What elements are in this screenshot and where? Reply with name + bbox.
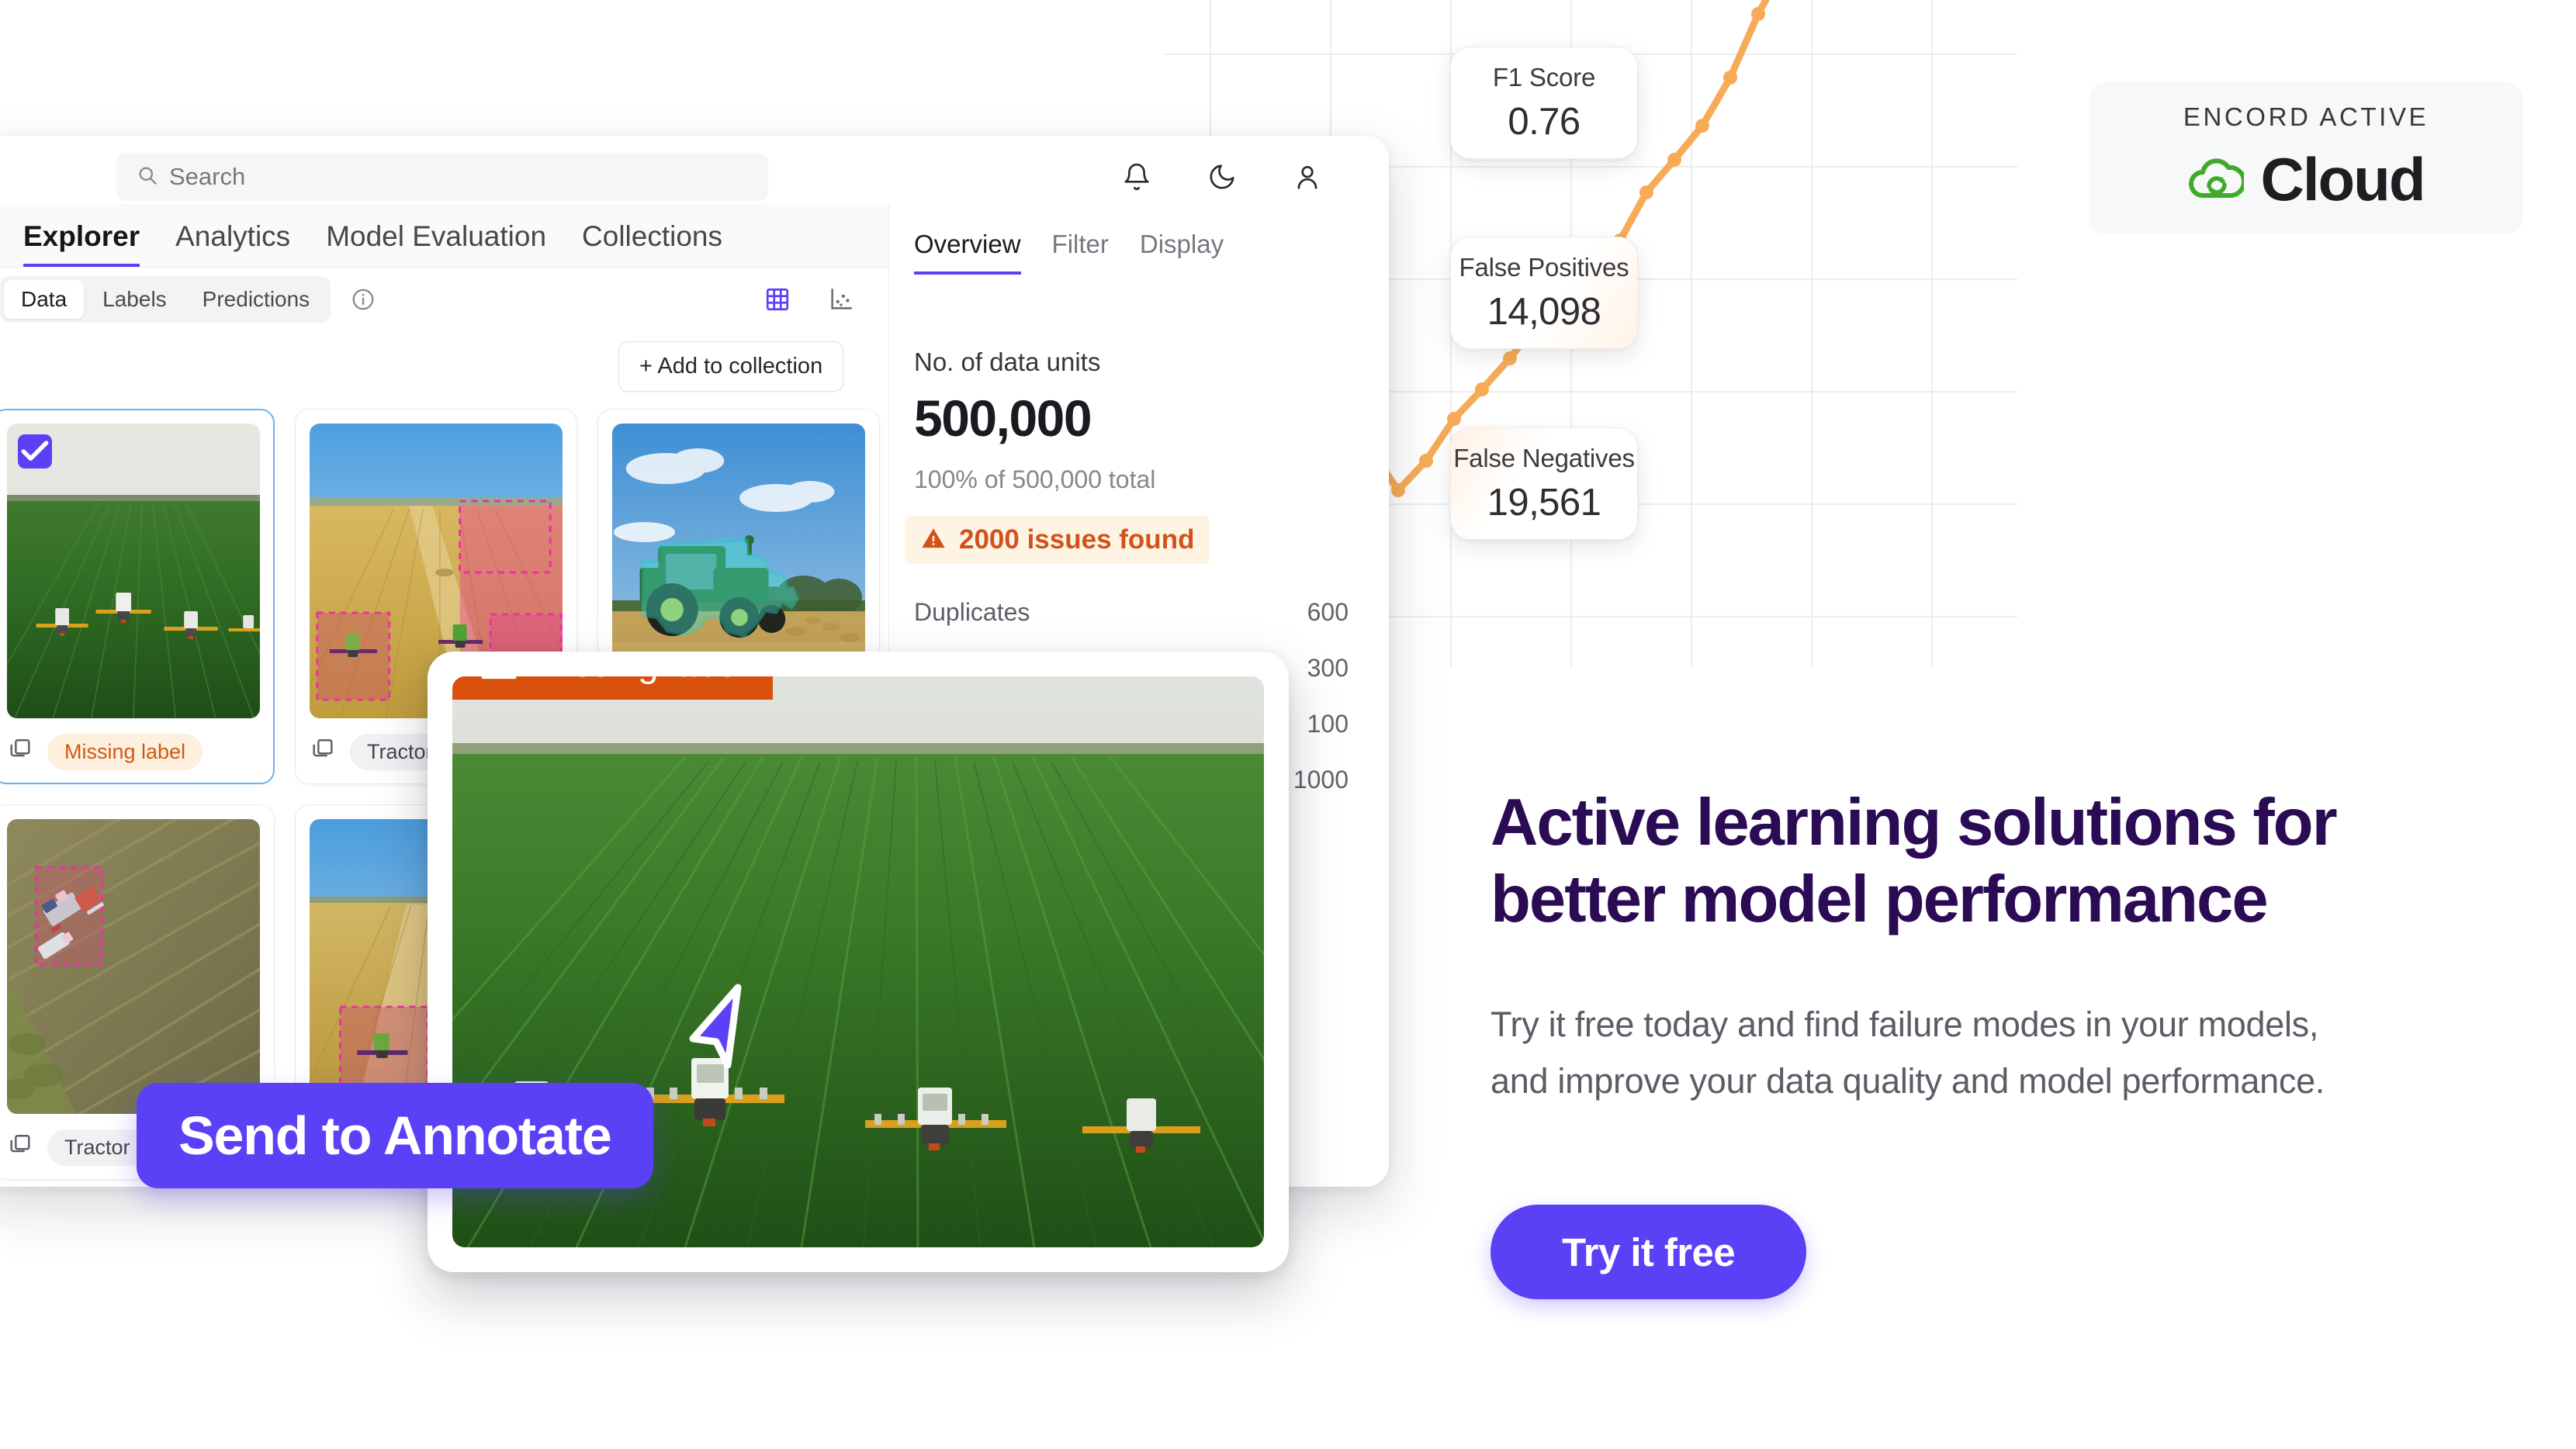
issue-value: 1000 (1293, 765, 1349, 794)
card-badge: Tractor (47, 1129, 147, 1166)
issue-value: 100 (1307, 709, 1349, 738)
scatter-view-icon[interactable] (828, 286, 854, 313)
data-units-subtext: 100% of 500,000 total (914, 465, 1156, 493)
layers-icon (7, 1133, 33, 1163)
image-card[interactable]: Missing label (0, 409, 275, 784)
try-it-free-button[interactable]: Try it free (1491, 1205, 1806, 1299)
metric-card-false-positives: False Positives 14,098 (1450, 237, 1638, 349)
segment-predictions[interactable]: Predictions (185, 280, 327, 319)
tab-analytics[interactable]: Analytics (175, 220, 290, 267)
page-title: Active learning solutions for better mod… (1491, 785, 2338, 936)
metric-label: F1 Score (1492, 62, 1596, 92)
cloud-sync-icon (2188, 155, 2246, 204)
sub-toolbar: Data Labels Predictions (0, 268, 888, 331)
data-units-value: 500,000 (914, 389, 1092, 447)
card-thumbnail (7, 424, 260, 718)
search-placeholder: Search (169, 163, 246, 190)
issue-label: Duplicates (914, 597, 1030, 626)
cloud-badge-word: Cloud (2260, 144, 2426, 213)
search-icon (137, 164, 158, 190)
metric-value: 0.76 (1508, 100, 1581, 143)
warning-triangle-icon (920, 525, 947, 555)
warning-triangle-icon (480, 676, 518, 683)
metric-label: False Negatives (1453, 443, 1635, 472)
info-icon[interactable] (351, 287, 376, 312)
layers-icon (310, 737, 336, 767)
cloud-badge-kicker: ENCORD ACTIVE (2183, 102, 2429, 131)
data-units-label: No. of data units (914, 348, 1101, 376)
tab-collections[interactable]: Collections (582, 220, 722, 267)
issues-found-badge: 2000 issues found (905, 516, 1210, 564)
panel-tab-display[interactable]: Display (1140, 230, 1224, 275)
primary-tab-bar: Explorer Analytics Model Evaluation Coll… (0, 204, 888, 268)
moon-icon[interactable] (1207, 162, 1237, 192)
issue-value: 600 (1307, 597, 1349, 626)
metric-card-f1-score: F1 Score 0.76 (1450, 47, 1638, 159)
card-checkbox[interactable] (18, 434, 52, 469)
card-thumbnail (7, 819, 260, 1114)
app-topbar: Search (0, 136, 1389, 204)
panel-tab-filter[interactable]: Filter (1052, 230, 1109, 275)
segment-labels[interactable]: Labels (85, 280, 184, 319)
metric-value: 19,561 (1487, 481, 1601, 524)
grid-view-icon[interactable] (764, 286, 791, 313)
view-toggle-group (764, 286, 854, 313)
encord-active-cloud-badge: ENCORD ACTIVE Cloud (2089, 82, 2523, 234)
metric-label: False Positives (1459, 252, 1629, 282)
metric-value: 14,098 (1487, 290, 1601, 333)
table-row[interactable]: Duplicates 600 (914, 584, 1349, 640)
image-preview-card: Missing label Send to Annotate (137, 652, 1289, 1272)
tab-explorer[interactable]: Explorer (23, 220, 140, 267)
segmented-control: Data Labels Predictions (0, 276, 331, 323)
bell-icon[interactable] (1122, 162, 1151, 192)
missing-label-text: Missing label (535, 676, 745, 686)
topbar-icon-group (1122, 153, 1322, 201)
user-icon[interactable] (1293, 162, 1322, 192)
issues-found-text: 2000 issues found (959, 524, 1195, 555)
send-to-annotate-button[interactable]: Send to Annotate (137, 1083, 653, 1188)
card-footer: Missing label (7, 733, 260, 770)
panel-tab-bar: Overview Filter Display (914, 230, 1224, 275)
missing-label-banner: Missing label (452, 676, 773, 700)
page-subcopy: Try it free today and find failure modes… (1491, 1005, 2325, 1101)
card-badge: Missing label (47, 733, 203, 770)
issue-value: 300 (1307, 653, 1349, 682)
layers-icon (7, 737, 33, 767)
segment-data[interactable]: Data (4, 280, 85, 319)
tab-model-evaluation[interactable]: Model Evaluation (326, 220, 546, 267)
panel-tab-overview[interactable]: Overview (914, 230, 1021, 275)
add-to-collection-button[interactable]: + Add to collection (618, 341, 844, 392)
search-input[interactable]: Search (116, 153, 768, 201)
metric-card-false-negatives: False Negatives 19,561 (1450, 427, 1638, 540)
